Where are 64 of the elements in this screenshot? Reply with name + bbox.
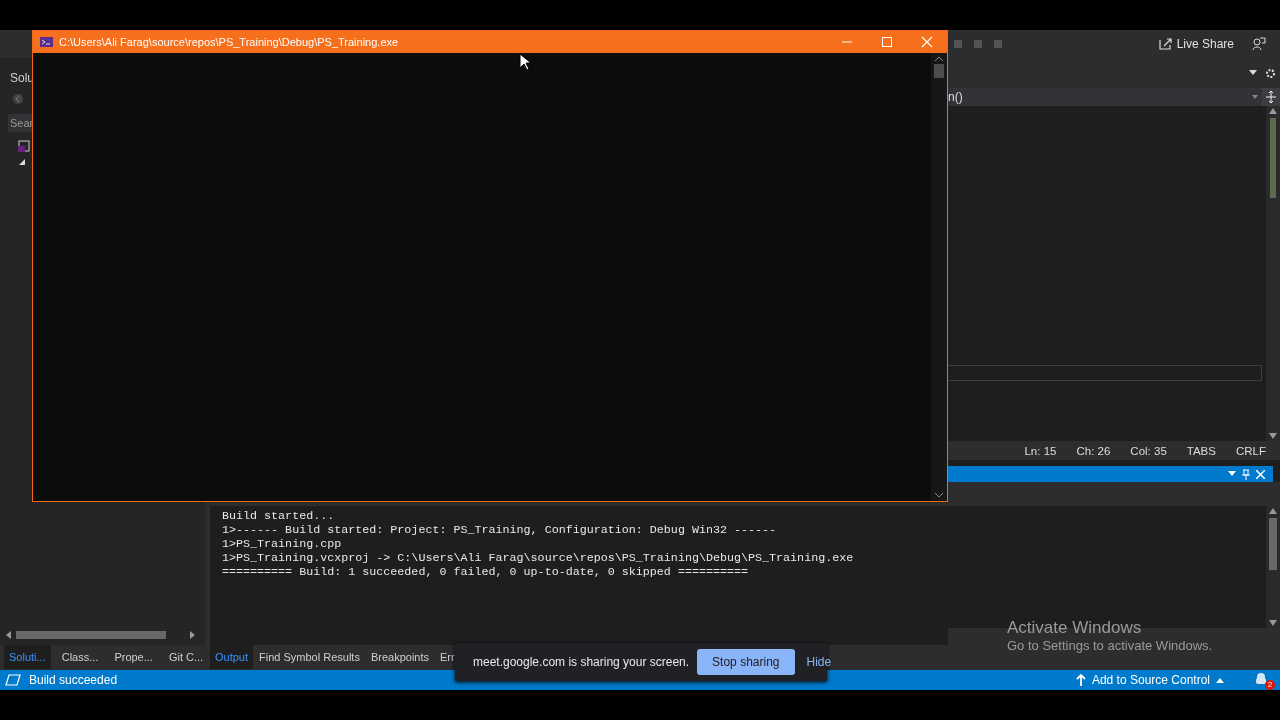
scrollbar-thumb bbox=[934, 64, 944, 78]
status-text: Col: 35 bbox=[1130, 444, 1167, 457]
scroll-up-icon bbox=[1269, 108, 1277, 114]
scroll-down-icon bbox=[1269, 433, 1277, 439]
stop-sharing-button[interactable]: Stop sharing bbox=[697, 649, 795, 675]
scrollbar-thumb[interactable] bbox=[16, 631, 166, 639]
toolbar-icon bbox=[952, 38, 964, 50]
panel-tab[interactable]: Prope... bbox=[109, 645, 158, 669]
output-line: ========== Build: 1 succeeded, 0 failed, 0 up-to-date, 0 skipped ========== bbox=[222, 565, 750, 579]
mouse-pointer-icon bbox=[519, 53, 531, 71]
back-icon[interactable] bbox=[12, 93, 24, 105]
source-control-button[interactable]: Add to Source Control bbox=[1075, 673, 1224, 687]
panel-tab[interactable]: Class... bbox=[56, 645, 104, 669]
status-text: CRLF bbox=[1235, 444, 1266, 457]
live-share-button[interactable]: Live Share bbox=[1153, 35, 1238, 53]
panel-tab[interactable]: Git C... bbox=[163, 645, 209, 669]
activation-hint: Go to Settings to activate Windows. bbox=[1007, 638, 1213, 653]
scroll-right-icon bbox=[189, 631, 195, 639]
member-dropdown[interactable]: n() bbox=[948, 88, 1262, 106]
status-message: Build succeeded bbox=[29, 673, 118, 687]
feedback-icon[interactable] bbox=[1252, 37, 1266, 51]
status-text: Ln: 15 bbox=[1024, 444, 1057, 457]
scroll-down-icon bbox=[935, 493, 943, 498]
maximize-icon[interactable] bbox=[881, 36, 893, 48]
dropdown-arrow-icon bbox=[1249, 70, 1257, 76]
window-title: C:\Users\Ali Farag\source\repos\PS_Training\Debug\PS_Training.exe bbox=[59, 36, 400, 48]
dropdown-arrow-icon bbox=[1228, 471, 1236, 477]
expand-arrow-icon bbox=[18, 158, 26, 166]
scroll-up-icon bbox=[935, 56, 943, 61]
output-line: Build started... bbox=[222, 509, 336, 523]
status-text: Ch: 26 bbox=[1076, 444, 1111, 457]
scroll-up-icon bbox=[1269, 508, 1277, 514]
hide-button[interactable]: Hide bbox=[802, 649, 836, 675]
bell-icon bbox=[1254, 672, 1268, 686]
caret-icon bbox=[1216, 677, 1224, 683]
notification-bell[interactable]: 2 bbox=[1254, 672, 1272, 688]
scroll-left-icon bbox=[6, 631, 12, 639]
status-text: TABS bbox=[1186, 444, 1216, 457]
notification-badge: 2 bbox=[1265, 680, 1275, 690]
split-icon bbox=[1262, 88, 1280, 106]
pin-icon[interactable] bbox=[1242, 468, 1250, 480]
scroll-down-icon bbox=[1269, 620, 1277, 626]
output-line: 1>PS_Training.cpp bbox=[222, 537, 343, 551]
output-line: 1>PS_Training.vcxproj -> C:\Users\Ali Farag\source\repos\PS_Training\Debug\PS_Training.exe bbox=[222, 551, 855, 565]
dropdown-arrow-icon bbox=[1252, 95, 1258, 99]
scrollbar-thumb bbox=[1269, 518, 1277, 570]
share-icon bbox=[1157, 37, 1172, 51]
settings-icon[interactable] bbox=[1265, 67, 1276, 79]
solution-icon bbox=[18, 140, 30, 152]
panel-tab[interactable]: Err bbox=[435, 645, 460, 669]
activation-title: Activate Windows bbox=[1007, 618, 1143, 638]
build-icon bbox=[5, 674, 21, 686]
panel-tab[interactable]: Output bbox=[210, 645, 254, 669]
up-arrow-icon bbox=[1075, 674, 1086, 686]
console-icon bbox=[40, 37, 53, 47]
panel-tab[interactable]: Soluti... bbox=[4, 645, 51, 669]
share-message: meet.google.com is sharing your screen. bbox=[473, 655, 690, 669]
output-line: 1>------ Build started: Project: PS_Training, Configuration: Debug Win32 ------ bbox=[222, 523, 778, 537]
close-icon[interactable] bbox=[921, 36, 933, 48]
panel-tab[interactable]: Find Symbol Results bbox=[254, 645, 365, 669]
toolbar-icon bbox=[972, 38, 984, 50]
toolbar-icon bbox=[992, 38, 1004, 50]
panel-tab[interactable]: Breakpoints bbox=[365, 645, 434, 669]
close-icon[interactable] bbox=[1256, 469, 1265, 479]
